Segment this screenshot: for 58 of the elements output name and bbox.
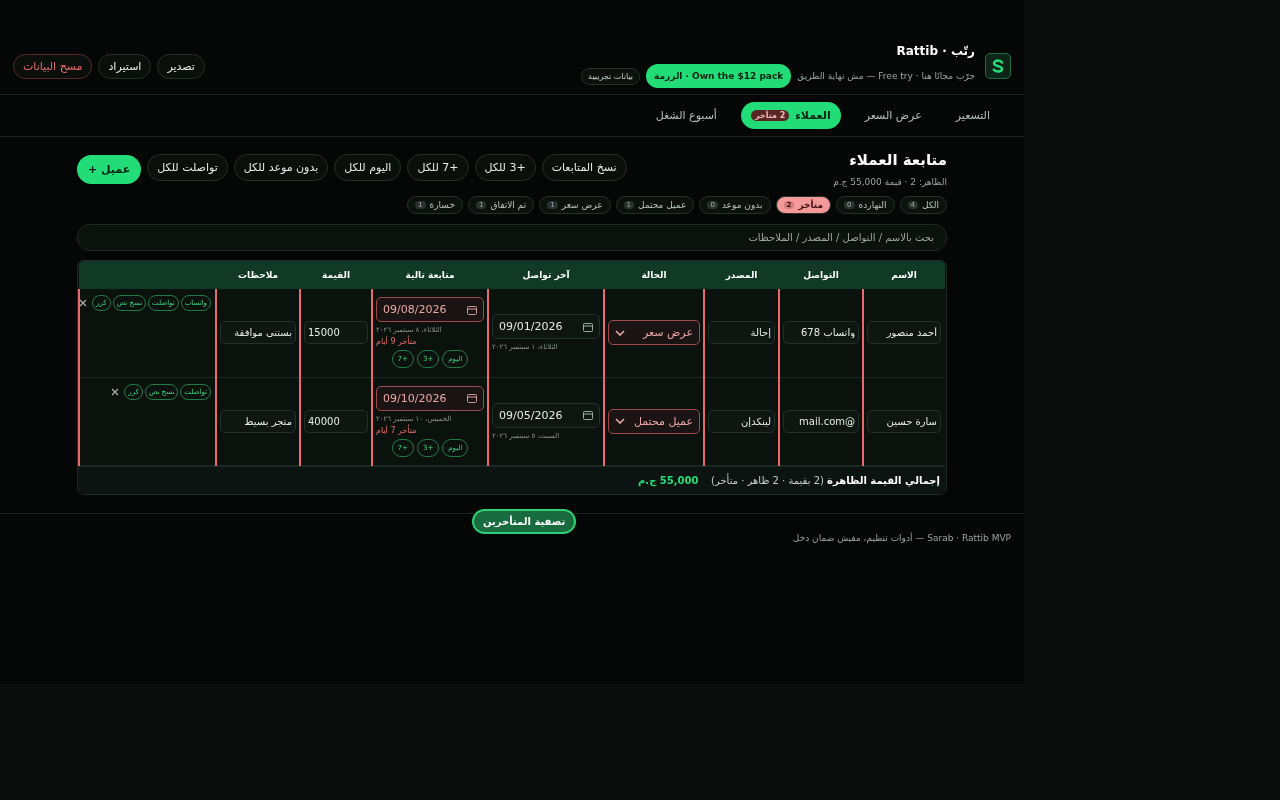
name-field[interactable]: سارة حسين	[867, 409, 941, 433]
value-field[interactable]: 15000	[304, 321, 368, 345]
bulk-action-button[interactable]: نسخ المتابعات	[541, 154, 627, 181]
overdue-text: متأخر 9 أيام	[376, 337, 418, 347]
column-header: المصدر	[704, 261, 779, 289]
nav-tab[interactable]: أسبوع الشغل	[645, 102, 727, 129]
app-title: رتّب · Rattib	[895, 44, 975, 58]
calendar-icon	[583, 321, 593, 332]
column-header: متابعة تالية	[372, 261, 488, 289]
date-field[interactable]: 09/05/2026	[492, 402, 600, 428]
date-field[interactable]: 09/08/2026	[376, 297, 484, 323]
total-value: 55,000 ج.م	[638, 474, 699, 486]
footer-text: Sarab · Rattib MVP — أدوات تنظيم، مفيش ضمان دخل	[792, 532, 1011, 543]
page-title: متابعة العملاء	[848, 151, 947, 169]
date-field[interactable]: 09/10/2026	[376, 385, 484, 411]
bulk-action-button[interactable]: تواصلت للكل	[147, 154, 228, 181]
column-header: القيمة	[300, 261, 372, 289]
notes-field[interactable]: متجر بسيط	[220, 409, 296, 433]
column-header: الحالة	[604, 261, 704, 289]
column-header: آخر تواصل	[488, 261, 604, 289]
bulk-action-button[interactable]: +3 للكل	[474, 154, 536, 181]
header-button[interactable]: استيراد	[98, 53, 152, 79]
chevron-down-icon	[615, 329, 625, 336]
bulk-action-button[interactable]: بدون موعد للكل	[233, 154, 329, 181]
value-field[interactable]: 40000	[304, 409, 368, 433]
status-select[interactable]: عميل محتمل	[608, 408, 700, 434]
summary-text: الظاهر: 2 · قيمة 55,000 ج.م	[833, 177, 947, 187]
promo-button[interactable]: Own the $12 pack · الرزمة	[646, 64, 792, 88]
nav-tab[interactable]: العملاء 2 متأخر	[740, 102, 841, 129]
source-field[interactable]: لينكدإن	[708, 409, 775, 433]
calendar-icon	[467, 393, 477, 403]
bulk-action-button[interactable]: +7 للكل	[407, 154, 469, 181]
clear-data-button[interactable]: مسح البيانات	[13, 53, 93, 79]
search-field[interactable]: بحث بالاسم / التواصل / المصدر / الملاحظات	[77, 224, 947, 251]
overdue-text: متأخر 7 أيام	[376, 425, 418, 435]
demo-badge: بيانات تجريبية	[581, 67, 641, 85]
add-client-button[interactable]: عميل +	[77, 155, 142, 184]
date-field[interactable]: 09/01/2026	[492, 314, 600, 340]
nav-tab[interactable]: عرض السعر	[854, 102, 932, 129]
calendar-icon	[583, 410, 593, 420]
column-header: التواصل	[779, 261, 863, 289]
tagline: جرّب مجانًا هنا · Free try — مش نهاية الطريق	[797, 71, 975, 81]
overdue-badge: 2 متأخر	[750, 110, 790, 121]
filter-overdue-button[interactable]: تصفية المتأخرين	[472, 508, 577, 534]
source-field[interactable]: إحالة	[708, 321, 775, 345]
bulk-action-button[interactable]: اليوم للكل	[334, 154, 402, 181]
calendar-icon	[467, 304, 477, 315]
contact-field[interactable]: واتساب 678	[783, 321, 859, 345]
status-select[interactable]: عرض سعر	[608, 320, 700, 346]
total-text: إجمالي القيمة الظاهرة (2 بقيمة · 2 ظاهر · متأخر)	[711, 474, 940, 486]
logo-icon	[985, 53, 1011, 79]
column-header: ملاحظات	[216, 261, 300, 289]
chevron-down-icon	[615, 418, 625, 424]
header-button[interactable]: تصدير	[157, 53, 205, 79]
column-header: الاسم	[863, 261, 945, 289]
nav-tab[interactable]: التسعير	[945, 102, 1000, 129]
contact-field[interactable]: @mail.com	[783, 409, 859, 433]
notes-field[interactable]: بستنى موافقة	[220, 321, 296, 345]
